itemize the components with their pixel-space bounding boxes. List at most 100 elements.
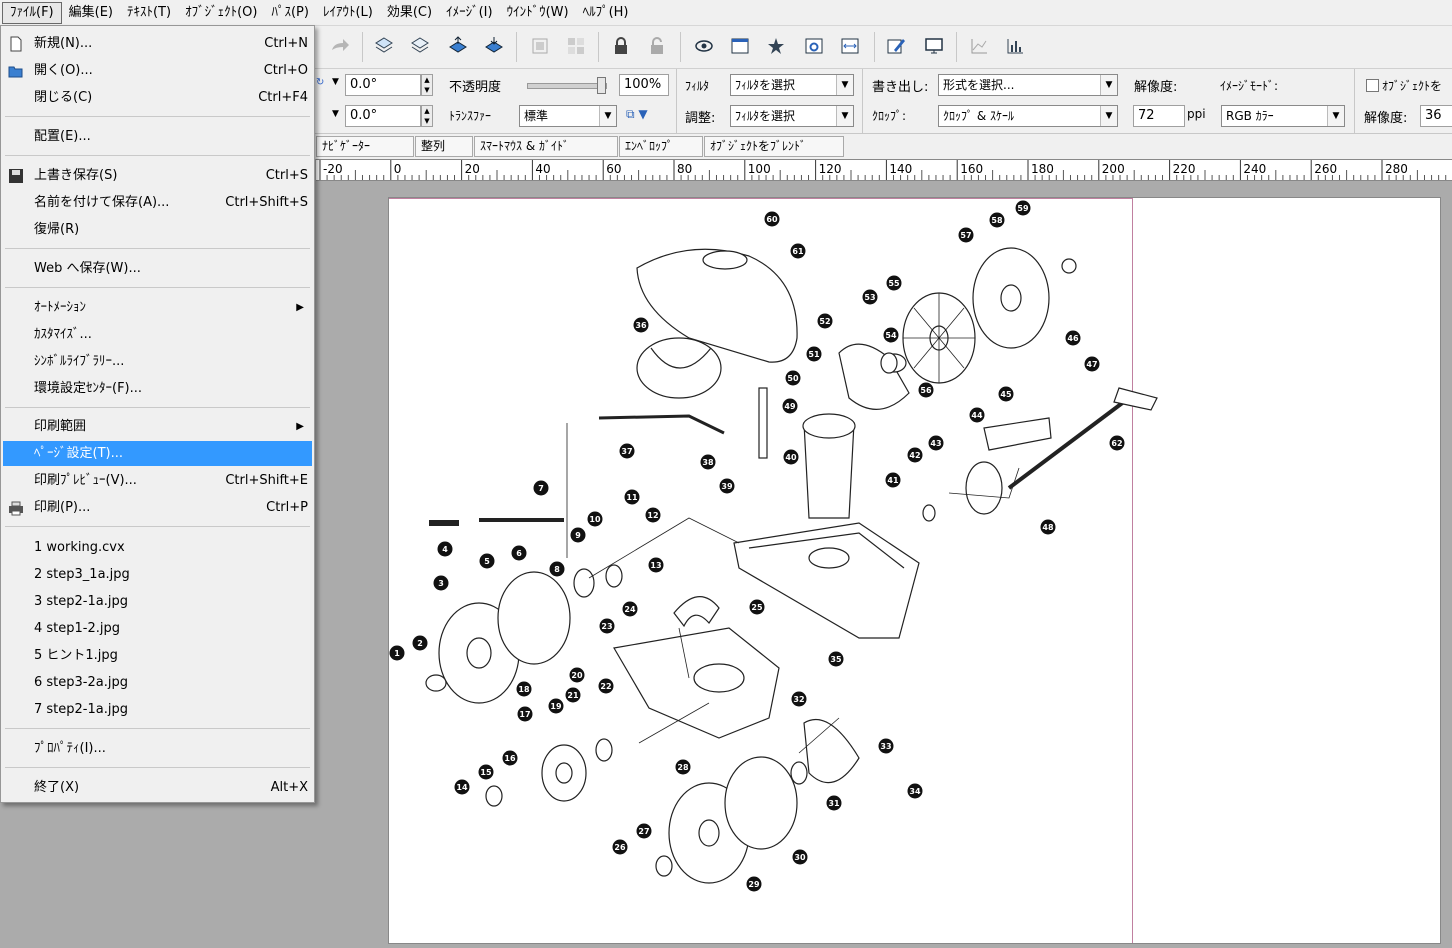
gear-icon[interactable] (802, 34, 826, 58)
chevron-down-icon[interactable]: ▼ (332, 77, 339, 87)
menu-item-print[interactable]: 印刷(P)... Ctrl+P (3, 495, 312, 520)
fit-width-icon[interactable] (838, 34, 862, 58)
menu-item-recent-3[interactable]: 3 step2-1a.jpg (3, 589, 312, 614)
menu-item-recent-1[interactable]: 1 working.cvx (3, 535, 312, 560)
menu-item-new[interactable]: 新規(N)... Ctrl+N (3, 31, 312, 56)
menu-window[interactable]: ｳｲﾝﾄﾞｳ(W) (500, 2, 576, 24)
menu-item-close[interactable]: 閉じる(C) Ctrl+F4 (3, 85, 312, 110)
chart-line-icon[interactable] (967, 34, 991, 58)
menu-item-recent-2[interactable]: 2 step3_1a.jpg (3, 562, 312, 587)
menu-help[interactable]: ﾍﾙﾌﾟ(H) (576, 2, 636, 24)
menu-object[interactable]: ｵﾌﾞｼﾞｪｸﾄ(O) (178, 2, 264, 24)
menu-item-label: 6 step3-2a.jpg (34, 675, 128, 690)
bar-chart-icon[interactable] (1003, 34, 1027, 58)
menu-item-save-web[interactable]: Web へ保存(W)... (3, 256, 312, 281)
window-icon[interactable] (728, 34, 752, 58)
menu-file[interactable]: ﾌｧｲﾙ(F) (2, 1, 62, 24)
chevron-down-icon: ▼ (836, 106, 853, 126)
angle1-field[interactable]: 0.0° (345, 74, 421, 96)
menu-effects[interactable]: 効果(C) (380, 2, 439, 24)
menu-path[interactable]: ﾊﾟｽ(P) (264, 2, 315, 24)
object-checkbox[interactable] (1366, 79, 1379, 92)
opacity-slider-thumb[interactable] (597, 77, 606, 94)
menu-item-save-as[interactable]: 名前を付けて保存(A)... Ctrl+Shift+S (3, 190, 312, 215)
layers-alt-icon[interactable] (408, 34, 432, 58)
callout-number: 38 (702, 458, 714, 467)
menu-item-automation[interactable]: ｵｰﾄﾒｰｼｮﾝ ▶ (3, 295, 312, 320)
menu-layout[interactable]: ﾚｲｱｳﾄ(L) (316, 2, 380, 24)
ruler-label: 80 (677, 162, 692, 176)
callout-number: 53 (864, 293, 875, 302)
save-icon (9, 169, 23, 183)
ungroup-icon[interactable] (564, 34, 588, 58)
menu-item-recent-4[interactable]: 4 step1-2.jpg (3, 616, 312, 641)
opacity-value-field[interactable]: 100% (619, 74, 669, 96)
unlock-icon[interactable] (645, 34, 669, 58)
monitor-icon[interactable] (922, 34, 946, 58)
menu-item-place[interactable]: 配置(E)... (3, 124, 312, 149)
menu-item-print-area[interactable]: 印刷範囲 ▶ (3, 414, 312, 439)
menu-item-shortcut: Ctrl+Shift+S (225, 195, 308, 210)
transfer-options-icon[interactable]: ⧉ ▼ (626, 107, 648, 122)
menu-item-recent-6[interactable]: 6 step3-2a.jpg (3, 670, 312, 695)
callout-number: 9 (575, 531, 581, 540)
filter-select[interactable]: ﾌｨﾙﾀを選択 ▼ (730, 74, 854, 96)
angle2-spinner[interactable]: ▲ ▼ (421, 105, 433, 127)
menu-item-label: 7 step2-1a.jpg (34, 702, 128, 717)
image-mode-select[interactable]: RGB ｶﾗｰ ▼ (1221, 105, 1345, 127)
tab-envelope[interactable]: ｴﾝﾍﾞﾛｯﾌﾟ (619, 136, 703, 157)
chevron-down-icon[interactable]: ▼ (332, 109, 339, 119)
layers-icon[interactable] (372, 34, 396, 58)
export-format-select[interactable]: 形式を選択... ▼ (938, 74, 1118, 96)
resolution2-field[interactable]: 36 (1420, 105, 1452, 127)
menu-item-customize[interactable]: ｶｽﾀﾏｲｽﾞ... (3, 322, 312, 347)
menu-edit[interactable]: 編集(E) (62, 2, 120, 24)
lock-icon[interactable] (609, 34, 633, 58)
callout-number: 22 (600, 682, 611, 691)
menu-item-exit[interactable]: 終了(X) Alt+X (3, 775, 312, 800)
callout-number: 13 (650, 561, 661, 570)
opacity-slider[interactable] (527, 77, 607, 94)
adjust-select[interactable]: ﾌｨﾙﾀを選択 ▼ (730, 105, 854, 127)
tab-smart-mouse[interactable]: ｽﾏｰﾄﾏｳｽ & ｶﾞｲﾄﾞ (474, 136, 618, 157)
adjust-select-value: ﾌｨﾙﾀを選択 (735, 109, 796, 123)
transfer-label: ﾄﾗﾝｽﾌｧｰ (449, 109, 492, 123)
menu-item-print-preview[interactable]: 印刷ﾌﾟﾚﾋﾞｭｰ(V)... Ctrl+Shift+E (3, 468, 312, 493)
exploded-parts-diagram[interactable]: 123456789101112131415161718192021222324 2… (389, 198, 1442, 945)
document-page[interactable]: 1 2 3 4 5 6 7 8 9 10 11 12 13 14 15 16 17 18 19 20 21 22 23 24 2… (388, 197, 1441, 944)
menu-item-page-setup[interactable]: ﾍﾟｰｼﾞ設定(T)... (3, 441, 312, 466)
redo-icon[interactable] (328, 34, 352, 58)
tab-align[interactable]: 整列 (415, 136, 473, 157)
star-icon[interactable] (764, 34, 788, 58)
menu-item-save[interactable]: 上書き保存(S) Ctrl+S (3, 163, 312, 188)
preview-icon[interactable] (692, 34, 716, 58)
filter-label: ﾌｨﾙﾀ (685, 79, 710, 93)
bring-front-icon[interactable] (446, 34, 470, 58)
menu-text[interactable]: ﾃｷｽﾄ(T) (120, 2, 178, 24)
menu-item-symbol-library[interactable]: ｼﾝﾎﾞﾙﾗｲﾌﾞﾗﾘｰ... (3, 349, 312, 374)
menu-item-properties[interactable]: ﾌﾟﾛﾊﾟﾃｨ(I)... (3, 736, 312, 761)
callout-number: 2 (417, 639, 423, 648)
transfer-select[interactable]: 標準 ▼ (519, 105, 617, 127)
tab-navigator[interactable]: ﾅﾋﾞｹﾞｰﾀｰ (316, 136, 414, 157)
callout-number: 14 (456, 783, 468, 792)
group-icon[interactable] (528, 34, 552, 58)
menu-item-preferences[interactable]: 環境設定ｾﾝﾀｰ(F)... (3, 376, 312, 401)
resolution-field[interactable]: 72 (1133, 105, 1185, 127)
menu-item-label: ｼﾝﾎﾞﾙﾗｲﾌﾞﾗﾘｰ... (34, 354, 125, 369)
crop-select[interactable]: ｸﾛｯﾌﾟ & ｽｹｰﾙ ▼ (938, 105, 1118, 127)
menu-item-recent-7[interactable]: 7 step2-1a.jpg (3, 697, 312, 722)
angle2-field[interactable]: 0.0° (345, 105, 421, 127)
menu-item-recent-5[interactable]: 5 ヒント1.jpg (3, 643, 312, 668)
menu-item-revert[interactable]: 復帰(R) (3, 217, 312, 242)
send-back-icon[interactable] (482, 34, 506, 58)
angle1-spinner[interactable]: ▲ ▼ (421, 74, 433, 96)
pen-icon[interactable] (884, 34, 908, 58)
printer-icon (9, 501, 23, 516)
menu-item-open[interactable]: 開く(O)... Ctrl+O (3, 58, 312, 83)
menu-item-label: ｶｽﾀﾏｲｽﾞ... (34, 327, 92, 342)
callout-number: 62 (1111, 439, 1122, 448)
tab-blend[interactable]: ｵﾌﾞｼﾞｪｸﾄをﾌﾞﾚﾝﾄﾞ (704, 136, 844, 157)
menu-image[interactable]: ｲﾒｰｼﾞ(I) (439, 2, 499, 24)
menu-item-label: 4 step1-2.jpg (34, 621, 121, 636)
